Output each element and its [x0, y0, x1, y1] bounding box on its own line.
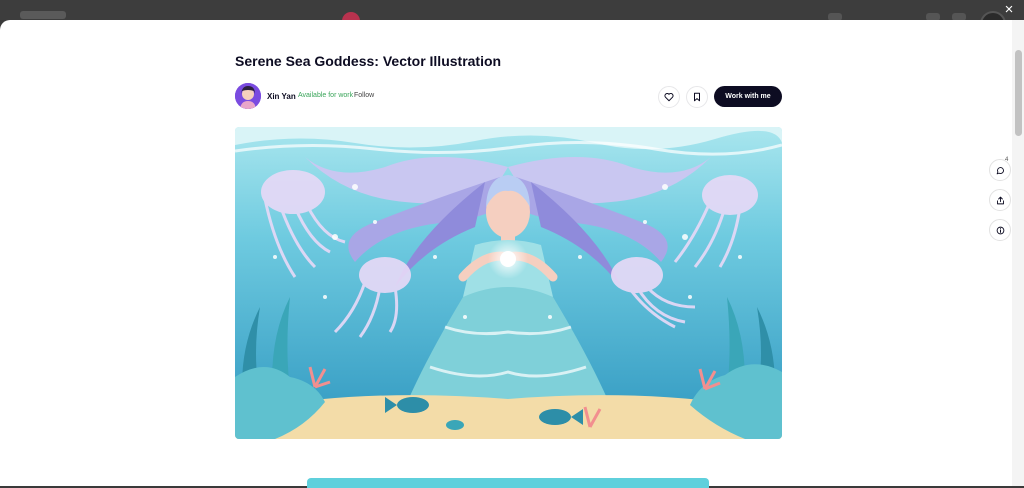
comment-icon [996, 166, 1004, 174]
like-button[interactable] [658, 86, 680, 108]
comments-count-badge: 4 [1005, 157, 1009, 163]
bookmark-icon [694, 92, 700, 102]
scrollbar-thumb[interactable] [1015, 50, 1022, 136]
info-button[interactable] [989, 219, 1011, 241]
sea-goddess-illustration [235, 127, 782, 439]
author-name[interactable]: Xin Yan [267, 92, 296, 101]
follow-button[interactable]: Follow [354, 92, 374, 99]
availability-status: Available for work [298, 92, 354, 99]
avatar-portrait-icon [235, 83, 261, 109]
share-button[interactable] [989, 189, 1011, 211]
page-title: Serene Sea Goddess: Vector Illustration [235, 53, 502, 69]
avatar[interactable] [235, 83, 261, 109]
background-page-header [0, 0, 1024, 20]
share-icon [996, 196, 1004, 204]
next-shot-image[interactable] [307, 478, 709, 488]
background-logo [20, 11, 66, 19]
save-button[interactable] [686, 86, 708, 108]
shot-image[interactable] [235, 127, 782, 439]
heart-icon [664, 92, 674, 102]
info-icon [996, 226, 1004, 234]
work-with-me-button[interactable]: Work with me [714, 86, 782, 107]
scrollbar[interactable] [1012, 20, 1024, 486]
close-icon[interactable]: × [1000, 1, 1018, 19]
